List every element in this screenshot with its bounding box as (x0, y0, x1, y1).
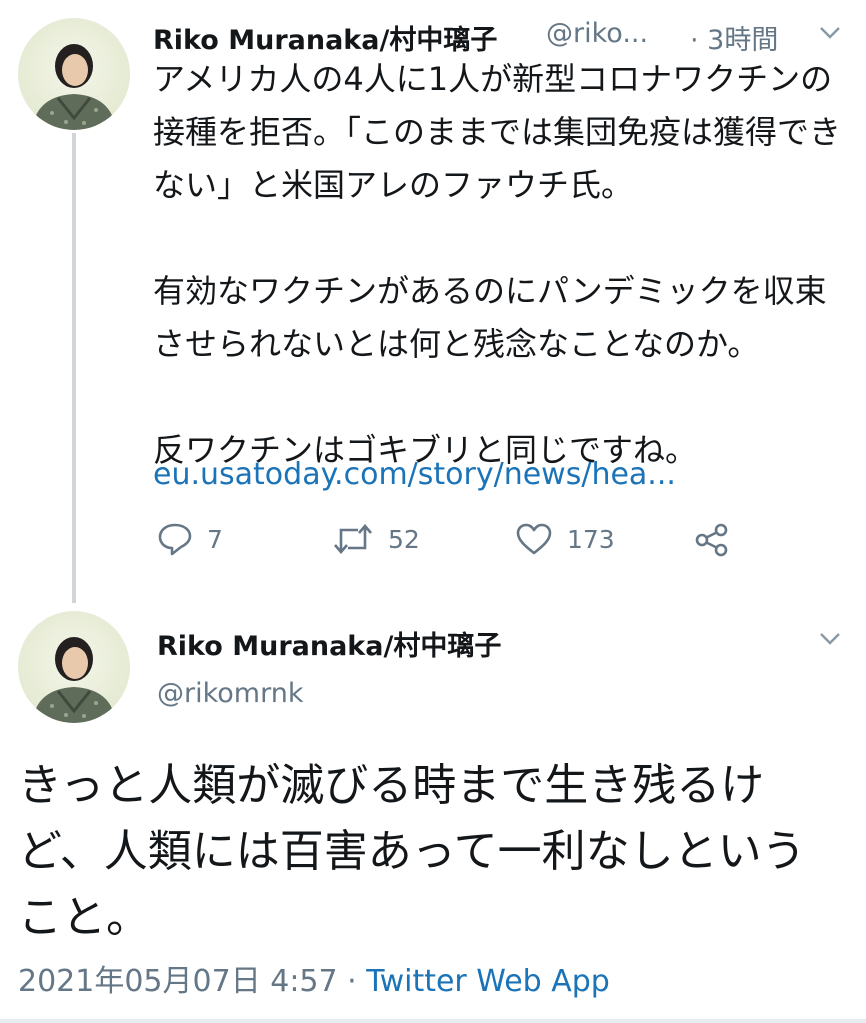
avatar[interactable] (18, 18, 130, 130)
reply-icon (158, 523, 192, 556)
like-count: 173 (567, 524, 615, 554)
retweet-count: 52 (388, 524, 420, 554)
avatar-portrait (32, 637, 116, 723)
share-button[interactable] (694, 522, 744, 558)
share-icon (695, 523, 728, 557)
username[interactable]: @riko... (546, 18, 648, 49)
tweet-text: きっと人類が滅びる時まで生き残るけど、人類には百害あって一利なしということ。 (18, 760, 806, 943)
chevron-down-icon[interactable] (818, 628, 842, 653)
article-link[interactable]: eu.usatoday.com/story/news/hea... (153, 457, 676, 492)
chevron-down-icon[interactable] (818, 22, 842, 47)
timestamp[interactable]: · 3時間 (690, 18, 778, 57)
like-button[interactable]: 173 (515, 522, 615, 556)
avatar-portrait (32, 44, 116, 130)
avatar[interactable] (18, 611, 130, 723)
tweet-source[interactable]: Twitter Web App (366, 964, 610, 999)
reply-count: 7 (207, 524, 223, 554)
username[interactable]: @rikomrnk (157, 678, 303, 709)
thread-connector-line (72, 133, 76, 603)
tweet-datetime[interactable]: 2021年05月07日 4:57 · (18, 964, 366, 999)
retweet-button[interactable]: 52 (332, 522, 420, 556)
tweet-text: アメリカ人の4人に1人が新型コロナワクチンの接種を拒否。「このままでは集団免疫は… (153, 60, 842, 469)
heart-icon (516, 523, 552, 555)
tweet-metadata: 2021年05月07日 4:57 · Twitter Web App (18, 956, 610, 1000)
display-name[interactable]: Riko Muranaka/村中璃子 (157, 624, 501, 663)
reply-button[interactable]: 7 (157, 522, 223, 556)
divider (0, 1019, 866, 1023)
display-name[interactable]: Riko Muranaka/村中璃子 (153, 18, 497, 57)
retweet-icon (334, 524, 372, 554)
